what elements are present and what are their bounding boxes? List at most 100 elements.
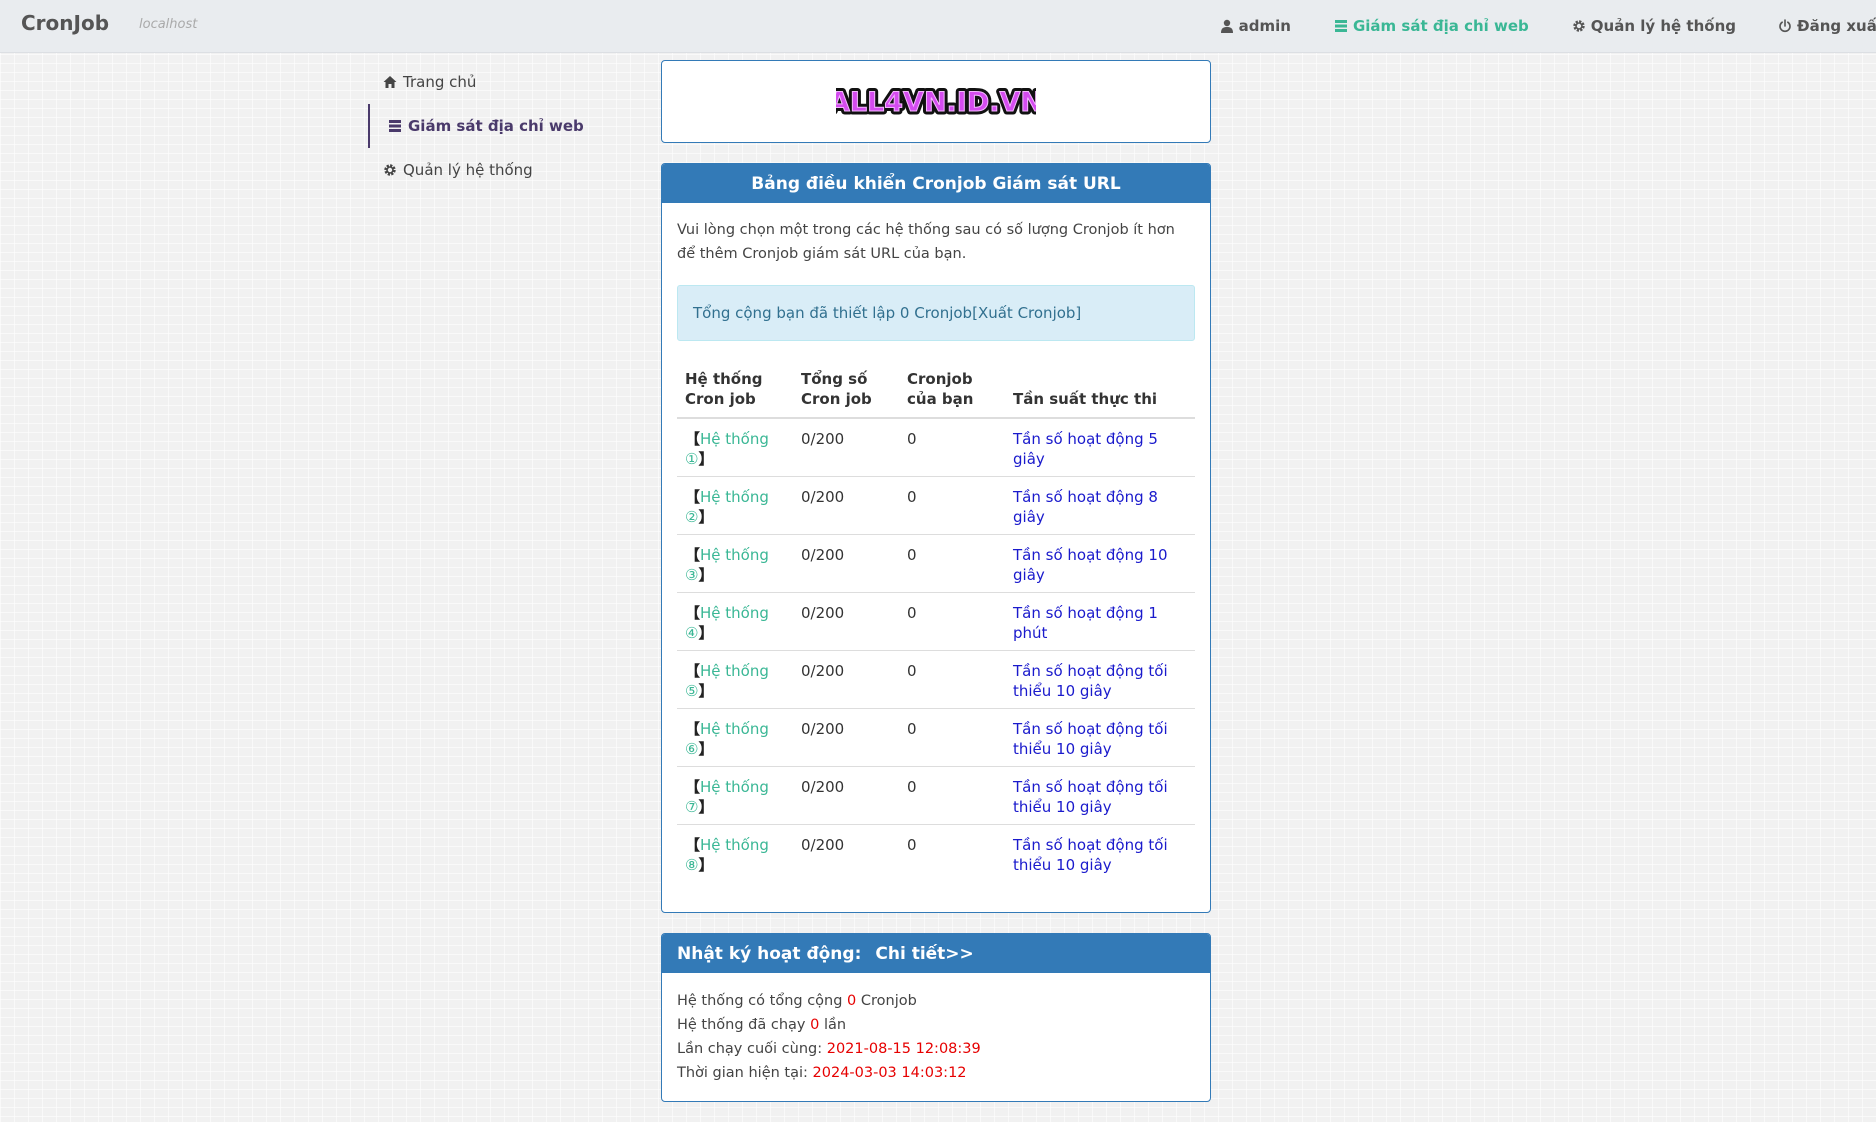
- table-row: 【Hệ thống ⑧】 0/200 0 Tần số hoạt động tố…: [677, 824, 1195, 882]
- bracket-open: 【: [685, 662, 701, 680]
- total-cron-cell: 0/200: [793, 476, 899, 535]
- gear-icon: [384, 164, 396, 176]
- gear-icon: [1573, 20, 1585, 32]
- my-cron-cell: 0: [899, 824, 1005, 882]
- table-row: 【Hệ thống ②】 0/200 0 Tần số hoạt động 8 …: [677, 476, 1195, 535]
- bracket-close: 】: [698, 624, 714, 642]
- my-cron-cell: 0: [899, 708, 1005, 767]
- bracket-close: 】: [698, 508, 714, 526]
- frequency-link[interactable]: Tần số hoạt động 10 giây: [1013, 546, 1168, 584]
- log-value: 0: [847, 993, 857, 1009]
- nav-admin-label: admin: [1238, 17, 1291, 35]
- system-link[interactable]: 【Hệ thống ⑥】: [685, 720, 769, 758]
- dashboard-title: Bảng điều khiển Cronjob Giám sát URL: [662, 164, 1210, 203]
- log-suffix: Cronjob: [856, 993, 917, 1009]
- table-row: 【Hệ thống ③】 0/200 0 Tần số hoạt động 10…: [677, 534, 1195, 593]
- nav-monitor-link[interactable]: Giám sát địa chỉ web: [1334, 17, 1529, 35]
- column-header: Tần suất thực thi: [1005, 361, 1195, 419]
- log-line-total-cronjobs: Hệ thống có tổng cộng 0 Cronjob: [677, 989, 1195, 1013]
- navbar-right-menu: admin Giám sát địa chỉ web Quản lý hệ th…: [1220, 0, 1876, 52]
- log-line-last-run: Lần chạy cuối cùng: 2021-08-15 12:08:39: [677, 1037, 1195, 1061]
- column-header: Cronjob của bạn: [899, 361, 1005, 419]
- sidebar-item-label: Trang chủ: [403, 73, 477, 91]
- system-link[interactable]: 【Hệ thống ①】: [685, 430, 769, 468]
- total-cron-cell: 0/200: [793, 650, 899, 709]
- total-cron-cell: 0/200: [793, 708, 899, 767]
- bracket-close: 】: [698, 856, 714, 874]
- table-row: 【Hệ thống ⑤】 0/200 0 Tần số hoạt động tố…: [677, 650, 1195, 709]
- nav-logout-label: Đăng xuất: [1797, 17, 1876, 35]
- user-icon: [1220, 19, 1233, 33]
- bracket-close: 】: [698, 740, 714, 758]
- nav-logout-link[interactable]: Đăng xuất: [1778, 17, 1876, 35]
- dashboard-panel: Bảng điều khiển Cronjob Giám sát URL Vui…: [661, 163, 1211, 913]
- log-value: 2021-08-15 12:08:39: [826, 1041, 981, 1057]
- log-suffix: lần: [819, 1017, 847, 1033]
- my-cron-cell: 0: [899, 766, 1005, 825]
- table-row: 【Hệ thống ④】 0/200 0 Tần số hoạt động 1 …: [677, 592, 1195, 651]
- activity-log-panel: Nhật ký hoạt động: Chi tiết>> Hệ thống c…: [661, 933, 1211, 1102]
- nav-monitor-label: Giám sát địa chỉ web: [1352, 17, 1529, 35]
- table-row: 【Hệ thống ①】 0/200 0 Tần số hoạt động 5 …: [677, 418, 1195, 477]
- brand-logo[interactable]: CronJob: [21, 11, 109, 35]
- system-link[interactable]: 【Hệ thống ⑤】: [685, 662, 769, 700]
- bracket-open: 【: [685, 836, 701, 854]
- bracket-close: 】: [698, 682, 714, 700]
- cronjob-summary-alert: Tổng cộng bạn đã thiết lập 0 Cronjob [Xu…: [677, 285, 1195, 341]
- bracket-close: 】: [698, 798, 714, 816]
- system-link[interactable]: 【Hệ thống ④】: [685, 604, 769, 642]
- top-navbar: CronJob localhost admin Giám sát địa chỉ…: [0, 0, 1876, 53]
- export-cronjob-link[interactable]: [Xuất Cronjob]: [972, 304, 1081, 322]
- my-cron-cell: 0: [899, 476, 1005, 535]
- my-cron-cell: 0: [899, 592, 1005, 651]
- frequency-link[interactable]: Tần số hoạt động 5 giây: [1013, 430, 1158, 468]
- my-cron-cell: 0: [899, 650, 1005, 709]
- power-icon: [1779, 19, 1791, 33]
- log-label: Lần chạy cuối cùng:: [677, 1041, 827, 1057]
- site-logo: ALL4VN.ID.VN ALL4VN.ID.VN: [836, 83, 1036, 121]
- total-cron-cell: 0/200: [801, 430, 845, 448]
- log-line-run-count: Hệ thống đã chạy 0 lần: [677, 1013, 1195, 1037]
- activity-log-title: Nhật ký hoạt động:: [677, 943, 862, 964]
- bracket-open: 【: [685, 546, 701, 564]
- sidebar-item-system[interactable]: Quản lý hệ thống: [368, 150, 628, 190]
- table-header-row: Hệ thống Cron job Tổng số Cron job Cronj…: [677, 361, 1195, 419]
- activity-log-body: Hệ thống có tổng cộng 0 Cronjob Hệ thống…: [662, 973, 1210, 1101]
- bracket-open: 【: [685, 720, 701, 738]
- nav-admin-link[interactable]: admin: [1220, 17, 1291, 35]
- table-row: 【Hệ thống ⑦】 0/200 0 Tần số hoạt động tố…: [677, 766, 1195, 825]
- sidebar-item-label: Giám sát địa chỉ web: [408, 117, 584, 135]
- system-link[interactable]: 【Hệ thống ⑧】: [685, 836, 769, 874]
- log-value: 0: [810, 1017, 820, 1033]
- total-cron-cell: 0/200: [793, 824, 899, 882]
- sidebar-item-home[interactable]: Trang chủ: [368, 62, 628, 102]
- sidebar-item-label: Quản lý hệ thống: [403, 161, 533, 179]
- list-icon: [1334, 20, 1347, 32]
- bracket-open: 【: [685, 488, 701, 506]
- total-cron-cell: 0/200: [793, 766, 899, 825]
- bracket-open: 【: [685, 604, 701, 622]
- total-cron-cell: 0/200: [793, 592, 899, 651]
- system-link[interactable]: 【Hệ thống ②】: [685, 488, 769, 526]
- frequency-link[interactable]: Tần số hoạt động 8 giây: [1013, 488, 1158, 526]
- log-label: Thời gian hiện tại:: [677, 1065, 813, 1081]
- sidebar-item-monitor[interactable]: Giám sát địa chỉ web: [368, 104, 628, 148]
- home-icon: [383, 76, 397, 88]
- frequency-link[interactable]: Tần số hoạt động tối thiểu 10 giây: [1013, 720, 1168, 758]
- frequency-link[interactable]: Tần số hoạt động 1 phút: [1013, 604, 1158, 642]
- bracket-close: 】: [698, 450, 714, 468]
- bracket-open: 【: [685, 430, 701, 448]
- cron-systems-table: Hệ thống Cron job Tổng số Cron job Cronj…: [677, 361, 1195, 882]
- column-header: Tổng số Cron job: [793, 361, 899, 419]
- bracket-open: 【: [685, 778, 701, 796]
- table-row: 【Hệ thống ⑥】 0/200 0 Tần số hoạt động tố…: [677, 708, 1195, 767]
- system-link[interactable]: 【Hệ thống ③】: [685, 546, 769, 584]
- activity-detail-link[interactable]: Chi tiết>>: [875, 944, 973, 964]
- nav-system-link[interactable]: Quản lý hệ thống: [1572, 17, 1736, 35]
- my-cron-cell: 0: [907, 430, 917, 448]
- total-cron-cell: 0/200: [793, 534, 899, 593]
- frequency-link[interactable]: Tần số hoạt động tối thiểu 10 giây: [1013, 662, 1168, 700]
- system-link[interactable]: 【Hệ thống ⑦】: [685, 778, 769, 816]
- frequency-link[interactable]: Tần số hoạt động tối thiểu 10 giây: [1013, 778, 1168, 816]
- frequency-link[interactable]: Tần số hoạt động tối thiểu 10 giây: [1013, 836, 1168, 874]
